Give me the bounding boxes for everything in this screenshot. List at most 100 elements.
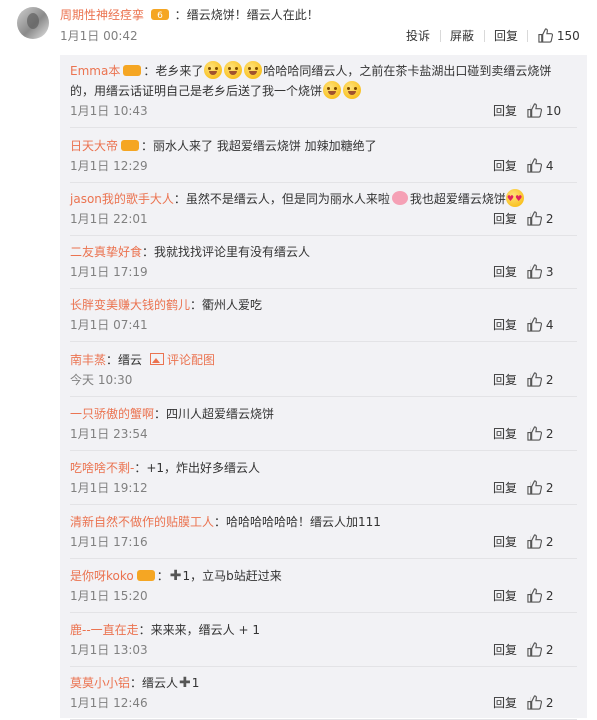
reply-text: ：缙云人 (130, 676, 179, 690)
reply-time: 1月1日 15:20 (70, 589, 148, 603)
reply-text-line: 吃啥啥不剩-：+1，炸出好多缙云人 (70, 458, 570, 478)
reply-item: 清新自然不做作的贴膜工人：哈哈哈哈哈哈！缙云人加111 1月1日 17:16 回复 … (60, 506, 587, 559)
reply-item: 南丰蒸：缙云 评论配图 今天 10:30 回复 2 (60, 344, 587, 397)
reply-text: ：虽然不是缙云人，但是同为丽水人来啦 (173, 192, 390, 206)
like-count: 4 (545, 318, 554, 332)
divider (70, 341, 577, 342)
image-icon (150, 353, 165, 365)
thumbs-up-icon (527, 480, 542, 495)
reply-colon: ： (156, 569, 169, 583)
like-button[interactable]: 2 (527, 426, 577, 442)
thumbs-up-icon (538, 28, 553, 43)
like-count: 2 (545, 427, 554, 441)
thumbs-up-icon (527, 588, 542, 603)
like-button[interactable]: 4 (527, 317, 577, 333)
reply-link[interactable]: 回复 (493, 103, 517, 119)
reply-text-line: 二友真挚好食：我就找找评论里有没有缙云人 (70, 242, 570, 262)
plus-emoji: ✚ (169, 568, 182, 584)
reply-time: 1月1日 22:01 (70, 212, 148, 226)
reply-link[interactable]: 回复 (493, 211, 517, 227)
laughing-emoji-icon (224, 61, 243, 79)
reply-link[interactable]: 回复 (493, 264, 517, 280)
like-button[interactable]: 2 (527, 480, 577, 496)
comment-username[interactable]: 周期性神经痉挛 (60, 8, 144, 22)
thumbs-up-icon (527, 695, 542, 710)
reply-item: 长胖变美赚大钱的鹤儿：衢州人爱吃 1月1日 07:41 回复 4 (60, 289, 587, 342)
reply-text-line: 长胖变美赚大钱的鹤儿：衢州人爱吃 (70, 295, 570, 315)
comment-image-link[interactable]: 评论配图 (167, 353, 215, 367)
like-button[interactable]: 2 (527, 642, 577, 658)
like-button[interactable]: 4 (527, 158, 577, 174)
reply-link[interactable]: 回复 (493, 642, 517, 658)
comment-colon: ： (174, 8, 187, 22)
reply-text: ：四川人超爱缙云烧饼 (154, 407, 275, 421)
laughing-emoji-icon (204, 61, 223, 79)
comment-actions: 投诉 屏蔽 回复 150 (0, 28, 597, 44)
comment-text: 缙云烧饼！缙云人在此！ (186, 8, 319, 22)
reply-username[interactable]: 长胖变美赚大钱的鹤儿 (70, 298, 190, 312)
divider (484, 30, 485, 42)
reply-link[interactable]: 回复 (493, 426, 517, 442)
like-count: 3 (545, 265, 554, 279)
reply-username[interactable]: 清新自然不做作的贴膜工人 (70, 515, 214, 529)
reply-item: jason我的歌手大人：虽然不是缙云人，但是同为丽水人来啦 我也超爱缙云烧饼 1月1… (60, 183, 587, 236)
reply-link[interactable]: 回复 (493, 588, 517, 604)
vip-badge-icon: 6 (150, 9, 169, 21)
like-button[interactable]: 10 (527, 103, 577, 119)
reply-username[interactable]: 莫莫小小铝 (70, 676, 130, 690)
reply-username[interactable]: 鹿--一直在走 (70, 623, 139, 637)
reply-link[interactable]: 回复 (493, 480, 517, 496)
reply-time: 1月1日 17:19 (70, 265, 148, 279)
laughing-emoji-icon (343, 81, 362, 99)
reply-text: ：丽水人来了 我超爱缙云烧饼 加辣加糖绝了 (141, 139, 377, 153)
reply-link[interactable]: 回复 (493, 695, 517, 711)
thumbs-up-icon (527, 103, 542, 118)
like-count: 10 (545, 104, 562, 118)
divider (70, 396, 577, 397)
reply-text: 1，立马b站赶过来 (182, 569, 282, 583)
reply-item: 莫莫小小铝：缙云人✚1 1月1日 12:46 回复 2 (60, 667, 587, 720)
reply-username[interactable]: 是你呀koko (70, 569, 134, 583)
thumbs-up-icon (527, 211, 542, 226)
like-button[interactable]: 2 (527, 372, 577, 388)
reply-text: 1 (191, 676, 200, 690)
reply-username[interactable]: 日天大帝 (70, 139, 118, 153)
reply-username[interactable]: 南丰蒸 (70, 353, 106, 367)
reply-item: 日天大帝 ：丽水人来了 我超爱缙云烧饼 加辣加糖绝了 1月1日 12:29 回复 4 (60, 130, 587, 183)
reply-link[interactable]: 回复 (493, 534, 517, 550)
thumbs-up-icon (527, 426, 542, 441)
like-button[interactable]: 2 (527, 588, 577, 604)
like-button[interactable]: 150 (538, 28, 580, 44)
reply-text: ：我就找找评论里有没有缙云人 (142, 245, 311, 259)
reply-link[interactable]: 回复 (493, 158, 517, 174)
reply-text: ：哈哈哈哈哈哈！缙云人加111 (214, 515, 381, 529)
reply-item: 一只骄傲的蟹啊：四川人超爱缙云烧饼 1月1日 23:54 回复 2 (60, 398, 587, 451)
vip-badge-icon (123, 65, 142, 76)
reply-text-line: 一只骄傲的蟹啊：四川人超爱缙云烧饼 (70, 404, 570, 424)
reply-username[interactable]: 二友真挚好食 (70, 245, 142, 259)
like-count: 2 (545, 212, 554, 226)
reply-time: 1月1日 23:54 (70, 427, 148, 441)
reply-username[interactable]: 一只骄傲的蟹啊 (70, 407, 154, 421)
reply-list: Emma本 ：老乡来了 哈哈哈同缙云人，之前在茶卡盐湖出口碰到卖缙云烧饼的，用缙云话… (60, 55, 587, 720)
like-button[interactable]: 2 (527, 534, 577, 550)
reply-text-line: jason我的歌手大人：虽然不是缙云人，但是同为丽水人来啦 我也超爱缙云烧饼 (70, 189, 570, 209)
like-count: 4 (545, 159, 554, 173)
like-button[interactable]: 2 (527, 695, 577, 711)
divider (70, 450, 577, 451)
reply-text-line: 是你呀koko ：✚1，立马b站赶过来 (70, 566, 570, 586)
block-link[interactable]: 屏蔽 (450, 28, 474, 44)
reply-item: 二友真挚好食：我就找找评论里有没有缙云人 1月1日 17:19 回复 3 (60, 236, 587, 289)
reply-link[interactable]: 回复 (493, 372, 517, 388)
like-button[interactable]: 3 (527, 264, 577, 280)
reply-username[interactable]: jason我的歌手大人 (70, 192, 174, 206)
reply-link[interactable]: 回复 (494, 28, 518, 44)
laughing-emoji-icon (244, 61, 263, 79)
reply-username[interactable]: Emma本 (70, 64, 120, 78)
reply-time: 1月1日 07:41 (70, 318, 148, 332)
reply-time: 1月1日 12:46 (70, 696, 148, 710)
reply-username[interactable]: 吃啥啥不剩- (70, 461, 134, 475)
report-link[interactable]: 投诉 (406, 28, 430, 44)
reply-link[interactable]: 回复 (493, 317, 517, 333)
like-button[interactable]: 2 (527, 211, 577, 227)
